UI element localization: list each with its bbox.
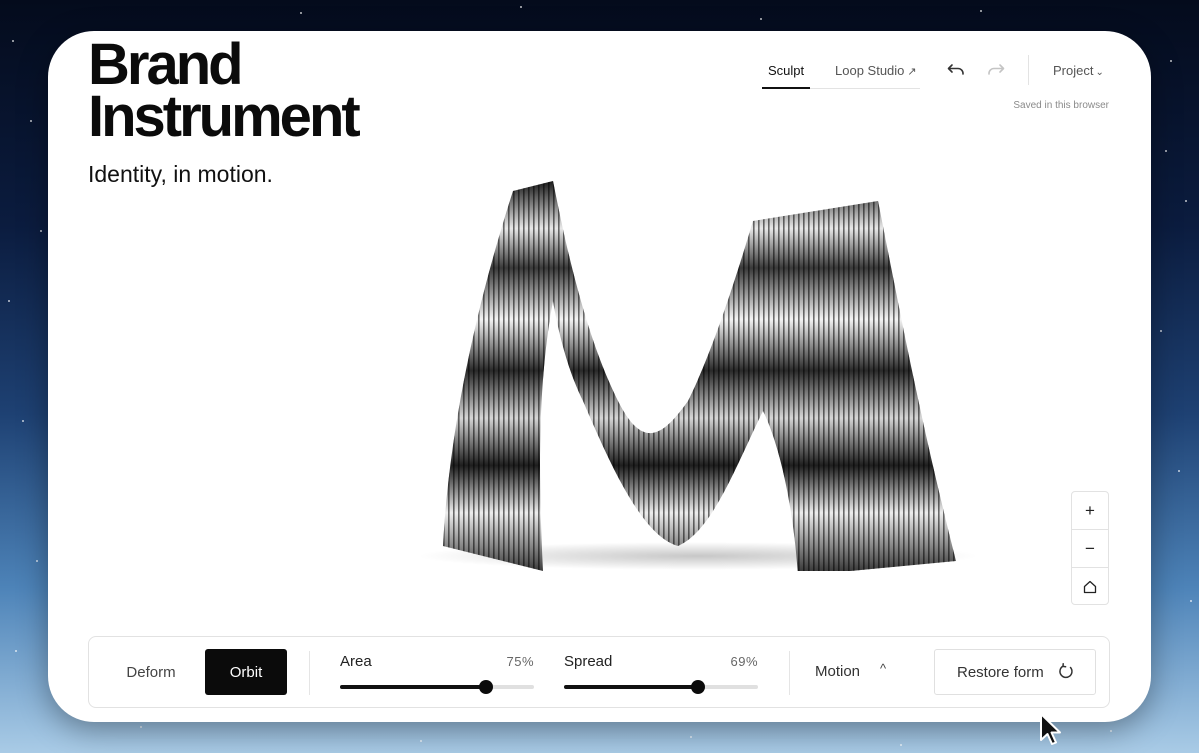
refresh-icon [1059,663,1073,679]
spread-slider-label: Spread [564,653,613,670]
orbit-label: Orbit [229,663,263,681]
deform-label: Deform [126,663,176,681]
star [12,40,14,42]
mode-tabs: Sculpt Loop Studio ↗ [761,59,920,89]
restore-form-button[interactable]: Restore form [934,649,1096,695]
spread-slider-value: 69% [730,654,758,669]
project-label: Project [1053,63,1094,78]
minus-icon: − [1085,538,1095,558]
star [1165,150,1167,152]
star [30,120,32,122]
star [8,300,10,302]
spread-value-number: 69 [730,654,746,669]
motion-menu[interactable]: Motion [815,663,860,680]
brand-title-line-2: Instrument [88,84,361,149]
external-link-icon: ↗ [907,66,917,78]
zoom-controls: + − [1071,491,1109,605]
area-slider-value: 75% [506,654,534,669]
tab-loop-studio[interactable]: Loop Studio ↗ [835,63,917,78]
star [1110,730,1112,732]
zoom-in-button[interactable]: + [1072,492,1108,530]
deform-mode-button[interactable]: Deform [107,649,195,695]
chevron-down-icon: ⌄ [1095,67,1104,78]
star [900,744,902,746]
undo-button[interactable] [945,59,967,81]
redo-button[interactable] [985,59,1007,81]
app-window: Brand Instrument Identity, in motion. Sc… [48,31,1151,722]
ribbon-sculpture[interactable] [378,151,998,571]
orbit-mode-button[interactable]: Orbit [205,649,287,695]
star [40,230,42,232]
spread-slider[interactable]: Spread 69% [564,651,758,695]
tab-loop-studio-label: Loop Studio [835,63,905,78]
toolbar-divider [309,651,310,695]
star [140,726,142,728]
star [300,12,302,14]
area-value-unit: % [521,654,534,669]
project-menu[interactable]: Project ⌄ [1053,63,1104,78]
area-slider-fill [340,685,486,689]
area-slider-track[interactable] [340,680,534,694]
saved-status: Saved in this browser [1013,100,1109,111]
star [36,560,38,562]
spread-value-unit: % [745,654,758,669]
brand-tagline: Identity, in motion. [88,161,273,187]
spread-slider-track[interactable] [564,680,758,694]
brand-title: Brand Instrument [88,36,361,149]
star [690,736,692,738]
nav-divider [1028,55,1029,85]
undo-icon [947,64,964,75]
star [22,420,24,422]
tab-sculpt[interactable]: Sculpt [761,63,811,89]
star [520,6,522,8]
reset-view-button[interactable] [1072,568,1108,606]
star [980,10,982,12]
star [1190,600,1192,602]
star [420,740,422,742]
star [1170,60,1172,62]
plus-icon: + [1085,500,1095,520]
star [1178,470,1180,472]
chevron-up-icon[interactable]: ^ [880,661,886,676]
mouse-cursor-icon [1040,713,1061,745]
toolbar-divider [789,651,790,695]
star [760,18,762,20]
area-slider-label: Area [340,653,372,670]
redo-icon [988,64,1005,75]
spread-slider-handle[interactable] [690,680,705,694]
zoom-out-button[interactable]: − [1072,530,1108,568]
restore-form-label: Restore form [957,663,1044,681]
area-value-number: 75 [506,654,522,669]
area-slider-handle[interactable] [478,680,493,694]
bottom-toolbar: Deform Orbit Area 75% Spread 69% Motion … [88,636,1110,708]
area-slider[interactable]: Area 75% [340,651,534,695]
star [15,650,17,652]
star [1160,330,1162,332]
spread-slider-fill [564,685,698,689]
tab-sculpt-label: Sculpt [768,63,805,78]
letter-m-ribbon [443,181,956,571]
home-icon [1083,580,1097,594]
star [1185,200,1187,202]
